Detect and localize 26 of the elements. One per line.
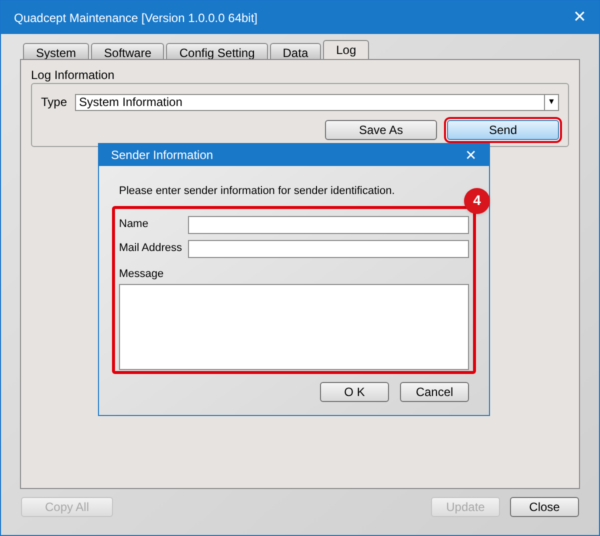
tab[interactable]: Software <box>91 43 164 59</box>
tab[interactable]: System <box>23 43 90 59</box>
window-title: Quadcept Maintenance [Version 1.0.0.0 64bit] <box>14 10 258 26</box>
tab[interactable]: Log <box>323 40 370 59</box>
button[interactable]: O K <box>320 382 389 402</box>
button[interactable]: Send <box>447 120 559 140</box>
dropdown-value: System Information <box>79 94 182 111</box>
button[interactable]: Save As <box>325 120 437 140</box>
message-field[interactable] <box>119 284 469 370</box>
close-button[interactable]: ✕ <box>573 6 586 30</box>
field-label: Message <box>119 266 165 282</box>
input-field[interactable] <box>188 240 469 258</box>
group-title: Log Information <box>31 68 116 82</box>
instruction-text: Please enter sender information for sender identification. <box>119 184 396 199</box>
dialog-title: Sender Information <box>111 147 214 164</box>
field-label: Mail Address <box>119 241 183 256</box>
field-label: Type <box>41 94 68 111</box>
button[interactable]: Cancel <box>400 382 469 402</box>
step-badge: 4 <box>464 188 490 214</box>
input-field[interactable] <box>188 216 469 234</box>
field-label: Name <box>119 217 150 232</box>
button[interactable]: Close <box>510 497 579 517</box>
close-button[interactable]: ✕ <box>465 144 477 166</box>
type-dropdown[interactable]: System Information ▼ <box>75 94 559 110</box>
tab[interactable]: Data <box>270 43 322 59</box>
tab[interactable]: Config Setting <box>166 43 268 59</box>
